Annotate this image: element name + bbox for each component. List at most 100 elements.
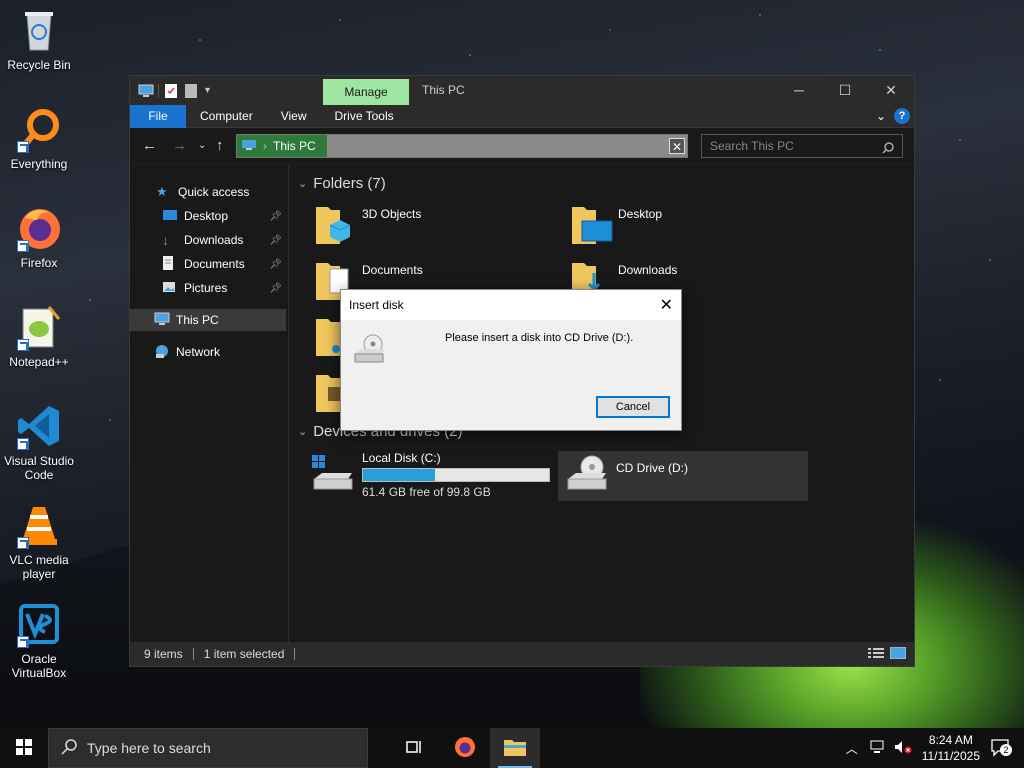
- close-button[interactable]: ✕: [868, 76, 914, 105]
- pin-icon[interactable]: 📌︎: [269, 259, 282, 270]
- address-bar[interactable]: › This PC ✕: [236, 134, 688, 158]
- disk-usage-bar: [362, 468, 550, 482]
- desktop-icon-recycle-bin[interactable]: Recycle Bin: [0, 6, 78, 72]
- clock[interactable]: 8:24 AM 11/11/2025: [922, 732, 980, 764]
- drive-name: CD Drive (D:): [616, 461, 688, 475]
- taskbar-file-explorer-button[interactable]: [490, 728, 540, 768]
- taskbar-search-placeholder: Type here to search: [87, 740, 211, 756]
- shortcut-arrow-icon: [17, 537, 29, 549]
- breadcrumb-item-this-pc[interactable]: This PC: [273, 139, 316, 153]
- action-center-button[interactable]: 2: [990, 738, 1012, 758]
- network-tray-icon[interactable]: [870, 740, 886, 757]
- folders-group-header[interactable]: ⌄ Folders (7): [298, 175, 386, 192]
- sidebar-item-quick-access[interactable]: ★ Quick access: [130, 181, 286, 203]
- shortcut-arrow-icon: [17, 141, 29, 153]
- desktop-icon-virtualbox[interactable]: Oracle VirtualBox: [0, 600, 78, 680]
- navigation-pane[interactable]: ★ Quick access Desktop 📌︎ ↓ Downloads 📌︎…: [130, 165, 289, 642]
- sidebar-item-this-pc[interactable]: This PC: [130, 309, 286, 331]
- maximize-button[interactable]: ☐: [822, 76, 868, 105]
- task-view-icon: [406, 739, 424, 758]
- task-view-button[interactable]: [390, 728, 440, 768]
- desktop-icon-vscode[interactable]: Visual Studio Code: [0, 402, 78, 482]
- pin-icon[interactable]: 📌︎: [269, 283, 282, 294]
- disk-usage-fill: [363, 469, 435, 481]
- expand-ribbon-icon[interactable]: ⌄: [876, 109, 886, 123]
- tab-drive-tools[interactable]: Drive Tools: [320, 105, 407, 128]
- vscode-icon: [15, 402, 63, 450]
- properties-icon[interactable]: [165, 83, 179, 98]
- search-icon: [882, 139, 894, 154]
- tab-computer[interactable]: Computer: [186, 105, 267, 128]
- computer-icon: [138, 84, 154, 98]
- tab-view[interactable]: View: [267, 105, 321, 128]
- minimize-button[interactable]: ─: [776, 76, 822, 105]
- vlc-icon: [15, 501, 63, 549]
- sidebar-item-downloads[interactable]: ↓ Downloads 📌︎: [130, 229, 286, 251]
- details-view-icon[interactable]: [868, 647, 884, 662]
- desktop-icon-label: Firefox: [20, 256, 58, 270]
- chevron-down-icon: ⌄: [298, 178, 308, 190]
- pin-icon[interactable]: 📌︎: [269, 235, 282, 246]
- title-bar[interactable]: ▾ Manage This PC ─ ☐ ✕: [130, 76, 914, 105]
- folder-item-3d-objects[interactable]: 3D Objects: [314, 203, 554, 253]
- search-placeholder: Search This PC: [710, 139, 794, 153]
- sidebar-item-desktop[interactable]: Desktop 📌︎: [130, 205, 286, 227]
- ribbon-tabs: File Computer View Drive Tools ⌄ ?: [130, 104, 914, 128]
- customize-toolbar-icon[interactable]: ▾: [205, 85, 210, 96]
- chevron-down-icon: ⌄: [298, 426, 308, 438]
- tab-file[interactable]: File: [130, 104, 186, 128]
- tab-manage[interactable]: Manage: [323, 79, 409, 105]
- clock-date: 11/11/2025: [921, 749, 980, 763]
- cd-drive-icon: [353, 332, 387, 366]
- computer-icon: [241, 139, 257, 154]
- sidebar-item-pictures[interactable]: Pictures 📌︎: [130, 277, 286, 299]
- taskbar: Type here to search ︿ 8:24 AM 11/11/2025…: [0, 728, 1024, 768]
- breadcrumb[interactable]: › This PC: [237, 135, 327, 157]
- sidebar-item-documents[interactable]: Documents 📌︎: [130, 253, 286, 275]
- tiles-view-icon[interactable]: [889, 646, 907, 662]
- folder-item-desktop[interactable]: Desktop: [570, 203, 810, 253]
- dialog-close-button[interactable]: ✕: [660, 295, 673, 315]
- breadcrumb-separator-icon: ›: [263, 139, 267, 153]
- everything-search-icon: [15, 105, 63, 153]
- desktop-icon-label: Recycle Bin: [7, 58, 71, 72]
- status-selection-count: 1 item selected: [203, 647, 285, 661]
- insert-disk-dialog[interactable]: Insert disk ✕ Please insert a disk into …: [340, 289, 682, 431]
- pictures-icon: [162, 280, 178, 296]
- show-hidden-icons-icon[interactable]: ︿: [846, 740, 858, 757]
- recycle-bin-icon: [15, 6, 63, 54]
- drive-item-local-disk[interactable]: Local Disk (C:) 61.4 GB free of 99.8 GB: [310, 451, 550, 501]
- desktop-icon-everything[interactable]: Everything: [0, 105, 78, 171]
- recent-locations-button[interactable]: ⌄: [198, 140, 206, 151]
- taskbar-search-box[interactable]: Type here to search: [48, 728, 368, 768]
- drive-item-cd-drive[interactable]: CD Drive (D:): [558, 451, 808, 501]
- computer-icon: [154, 312, 170, 328]
- cd-drive-icon: [564, 451, 616, 495]
- new-folder-icon[interactable]: [185, 83, 199, 98]
- desktop-icon-notepad-plus-plus[interactable]: Notepad++: [0, 303, 78, 369]
- windows-logo-icon: [16, 738, 32, 758]
- pin-icon[interactable]: 📌︎: [269, 211, 282, 222]
- window-title: This PC: [422, 83, 465, 97]
- back-button[interactable]: ←: [142, 137, 157, 154]
- clear-address-icon[interactable]: ✕: [669, 138, 685, 154]
- forward-button[interactable]: →: [172, 137, 187, 154]
- volume-muted-icon[interactable]: [894, 740, 912, 757]
- search-icon: [61, 738, 77, 758]
- desktop-icon-label: Notepad++: [9, 355, 69, 369]
- help-icon[interactable]: ?: [894, 108, 910, 124]
- taskbar-firefox-button[interactable]: [440, 728, 490, 768]
- start-button[interactable]: [0, 728, 48, 768]
- desktop-icon-firefox[interactable]: Firefox: [0, 204, 78, 270]
- network-icon: [154, 344, 170, 360]
- desktop-icon-label: Everything: [10, 157, 68, 171]
- firefox-icon: [15, 204, 63, 252]
- dialog-message: Please insert a disk into CD Drive (D:).: [445, 332, 634, 344]
- cancel-button[interactable]: Cancel: [596, 396, 670, 418]
- sidebar-item-network[interactable]: Network: [130, 341, 286, 363]
- quick-access-toolbar: ▾: [130, 83, 210, 98]
- search-input[interactable]: Search This PC: [701, 134, 903, 158]
- 3d-objects-folder-icon: [314, 203, 358, 247]
- desktop-icon-vlc[interactable]: VLC media player: [0, 501, 78, 581]
- up-button[interactable]: ↑: [216, 137, 224, 154]
